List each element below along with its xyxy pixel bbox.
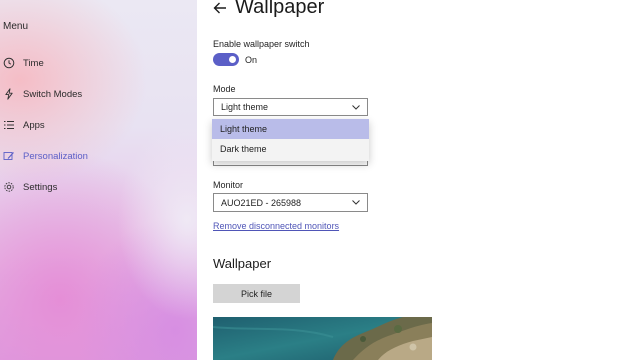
monitor-select[interactable]: AUO21ED - 265988 — [213, 193, 368, 212]
wallpaper-switch-toggle[interactable] — [213, 53, 239, 66]
sidebar-item-settings[interactable]: Settings — [3, 177, 57, 197]
page-title: Wallpaper — [235, 0, 325, 18]
sidebar-item-switch-modes[interactable]: Switch Modes — [3, 84, 82, 104]
mode-dropdown: Light theme Dark theme — [212, 119, 369, 161]
monitor-label: Monitor — [213, 180, 244, 190]
chevron-down-icon — [351, 197, 361, 207]
dropdown-option-dark[interactable]: Dark theme — [212, 139, 369, 159]
mode-select-value: Light theme — [221, 102, 269, 112]
sidebar-item-label: Switch Modes — [23, 88, 83, 100]
clock-icon — [3, 57, 15, 69]
sidebar-item-time[interactable]: Time — [3, 53, 44, 73]
gear-icon — [3, 181, 15, 193]
sidebar-item-label: Apps — [23, 119, 45, 131]
wallpaper-preview-image — [213, 317, 432, 360]
back-arrow-icon[interactable] — [212, 0, 228, 16]
sidebar-item-label: Settings — [23, 181, 58, 193]
brush-icon — [3, 150, 15, 162]
wallpaper-section-title: Wallpaper — [213, 256, 272, 271]
sidebar-item-apps[interactable]: Apps — [3, 115, 45, 135]
sidebar-item-label: Personalization — [23, 150, 88, 162]
dropdown-option-light[interactable]: Light theme — [212, 119, 369, 139]
list-icon — [3, 119, 15, 131]
sidebar-item-label: Time — [23, 57, 44, 69]
monitor-select-value: AUO21ED - 265988 — [221, 197, 302, 208]
sidebar: Menu Time Switch Modes Apps Personalizat… — [0, 0, 197, 360]
chevron-down-icon — [351, 102, 361, 112]
switch-label: Enable wallpaper switch — [213, 39, 310, 49]
bolt-icon — [3, 88, 15, 100]
mode-select[interactable]: Light theme — [213, 98, 368, 116]
menu-title: Menu — [3, 21, 29, 32]
main-content — [197, 0, 640, 360]
toggle-state-label: On — [245, 55, 258, 65]
sidebar-item-personalization[interactable]: Personalization — [3, 146, 88, 166]
toggle-knob — [229, 56, 236, 63]
mode-label: Mode — [213, 84, 236, 94]
pick-file-button[interactable]: Pick file — [213, 284, 300, 303]
remove-monitors-link[interactable]: Remove disconnected monitors — [213, 221, 339, 231]
